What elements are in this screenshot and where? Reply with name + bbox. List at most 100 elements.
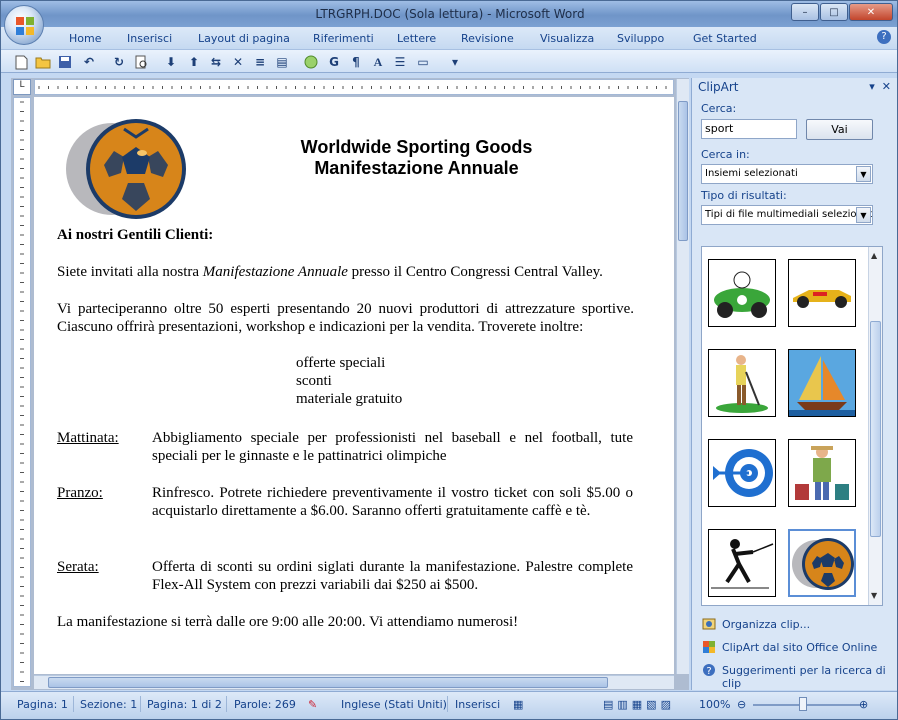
zoom-slider[interactable] — [753, 704, 861, 706]
bold-g-icon[interactable]: G — [326, 54, 342, 70]
macro-record-icon[interactable]: ▦ — [513, 698, 523, 711]
pane-close-icon[interactable]: ✕ — [882, 80, 891, 93]
horizontal-scrollbar[interactable] — [34, 675, 674, 689]
zoom-in-icon[interactable]: ⊕ — [859, 698, 868, 711]
scroll-thumb[interactable] — [678, 101, 688, 241]
office-button[interactable] — [4, 5, 44, 45]
ribbon-tabs: Home Inserisci Layout di pagina Riferime… — [1, 27, 897, 49]
view-buttons-icon[interactable]: ▤▥▦▧▨ — [603, 698, 675, 711]
zoom-out-icon[interactable]: ⊖ — [737, 698, 746, 711]
tab-layout[interactable]: Layout di pagina — [198, 32, 290, 45]
vertical-ruler[interactable] — [13, 97, 31, 687]
chevron-down-icon[interactable]: ▼ — [856, 207, 871, 223]
swap-icon[interactable]: ⇆ — [208, 54, 224, 70]
schedule-text-evening: Offerta di sconti su ordini siglati dura… — [152, 559, 633, 593]
status-words[interactable]: Parole: 269 — [234, 698, 296, 711]
results-scroll-thumb[interactable] — [870, 321, 881, 537]
pilcrow-icon[interactable]: ¶ — [348, 54, 364, 70]
move-down-icon[interactable]: ⬇ — [163, 54, 179, 70]
list-icon[interactable]: ☰ — [392, 54, 408, 70]
organize-clips-link[interactable]: Organizza clip... — [722, 618, 810, 631]
title-line-2: Manifestazione Annuale — [314, 158, 519, 178]
search-tips-link[interactable]: Suggerimenti per la ricerca di clip — [722, 664, 897, 690]
redo-icon[interactable]: ↻ — [111, 54, 127, 70]
status-page[interactable]: Pagina: 1 — [17, 698, 68, 711]
chat-icon[interactable]: ▭ — [415, 54, 431, 70]
search-in-label: Cerca in: — [701, 148, 750, 161]
tab-visualizza[interactable]: Visualizza — [540, 32, 594, 45]
office-online-icon — [703, 641, 715, 653]
help-icon[interactable]: ? — [877, 30, 891, 44]
circle-icon[interactable] — [303, 54, 319, 70]
document-page[interactable]: Worldwide Sporting Goods Manifestazione … — [34, 97, 674, 674]
result-type-select[interactable]: Tipi di file multimediali selezionati ▼ — [701, 205, 873, 225]
schedule-label-evening: Serata: — [57, 559, 99, 575]
status-mode[interactable]: Inserisci — [455, 698, 500, 711]
tab-stop-selector[interactable]: L — [13, 79, 31, 95]
tab-home[interactable]: Home — [69, 32, 101, 45]
result-type-value: Tipi di file multimediali selezionati — [705, 209, 873, 220]
attach-icon[interactable]: ▤ — [274, 54, 290, 70]
tab-revisione[interactable]: Revisione — [461, 32, 514, 45]
move-up-icon[interactable]: ⬆ — [186, 54, 202, 70]
office-online-link[interactable]: ClipArt dal sito Office Online — [722, 641, 877, 654]
experts-paragraph: Vi parteciperanno oltre 50 esperti prese… — [57, 301, 634, 335]
more-icon[interactable]: ▾ — [447, 54, 463, 70]
minimize-button[interactable]: – — [791, 3, 819, 21]
new-doc-icon[interactable] — [13, 54, 29, 70]
open-icon[interactable] — [35, 54, 51, 70]
list-item: offerte speciali — [296, 355, 386, 371]
font-a-icon[interactable]: A — [370, 54, 386, 70]
tab-get-started[interactable]: Get Started — [693, 32, 757, 45]
list-item: materiale gratuito — [296, 391, 403, 407]
horizontal-ruler[interactable] — [34, 79, 674, 95]
close-button[interactable]: ✕ — [849, 3, 893, 21]
tab-sviluppo[interactable]: Sviluppo — [617, 32, 664, 45]
proofing-icon[interactable]: ✎ — [308, 698, 317, 711]
search-in-select[interactable]: Insiemi selezionati ▼ — [701, 164, 873, 184]
go-button[interactable]: Vai — [806, 119, 873, 140]
cut-icon[interactable]: ✕ — [230, 54, 246, 70]
target-arrow-clip[interactable] — [708, 439, 776, 507]
tab-lettere[interactable]: Lettere — [397, 32, 436, 45]
status-divider — [226, 696, 227, 712]
align-icon[interactable]: ≡ — [252, 54, 268, 70]
scroll-down-icon[interactable]: ▼ — [871, 591, 877, 600]
p1-text-end: presso il Centro Congressi Central Valle… — [347, 264, 603, 280]
print-preview-icon[interactable] — [133, 54, 149, 70]
organize-icon — [702, 618, 716, 630]
golfer-clip[interactable] — [708, 349, 776, 417]
results-scrollbar[interactable]: ▲ ▼ — [868, 247, 882, 605]
traveler-clip[interactable] — [788, 439, 856, 507]
vertical-scrollbar[interactable] — [676, 79, 689, 674]
search-input[interactable]: sport — [701, 119, 797, 139]
status-language[interactable]: Inglese (Stati Uniti) — [341, 698, 447, 711]
svg-text:?: ? — [706, 666, 711, 677]
schedule-label-lunch: Pranzo: — [57, 485, 103, 501]
invitation-paragraph: Siete invitati alla nostra Manifestazion… — [57, 263, 637, 281]
search-label: Cerca: — [701, 102, 737, 115]
ruler-ticks-icon — [38, 86, 667, 89]
save-icon[interactable] — [57, 54, 73, 70]
tab-riferimenti[interactable]: Riferimenti — [313, 32, 374, 45]
fencer-clip[interactable] — [708, 529, 776, 597]
race-car-driver-clip[interactable] — [708, 259, 776, 327]
soccer-ball-image — [66, 119, 186, 219]
maximize-button[interactable]: □ — [820, 3, 848, 21]
chevron-down-icon[interactable]: ▼ — [856, 166, 871, 182]
hscroll-thumb[interactable] — [48, 677, 608, 688]
schedule-label-morning: Mattinata: — [57, 430, 119, 446]
word-window: LTRGRPH.DOC (Sola lettura) - Microsoft W… — [0, 0, 898, 720]
formula-car-clip[interactable] — [788, 259, 856, 327]
status-page-of[interactable]: Pagina: 1 di 2 — [147, 698, 222, 711]
offer-list: offerte speciali sconti materiale gratui… — [296, 354, 402, 408]
status-section[interactable]: Sezione: 1 — [80, 698, 137, 711]
soccer-ball-clip[interactable] — [788, 529, 856, 597]
scroll-up-icon[interactable]: ▲ — [871, 251, 877, 260]
sailboat-clip[interactable] — [788, 349, 856, 417]
zoom-slider-thumb[interactable] — [799, 697, 807, 711]
undo-icon[interactable]: ↶ — [81, 54, 97, 70]
pane-menu-icon[interactable]: ▾ — [869, 80, 875, 93]
status-zoom[interactable]: 100% — [699, 698, 730, 711]
tab-inserisci[interactable]: Inserisci — [127, 32, 172, 45]
